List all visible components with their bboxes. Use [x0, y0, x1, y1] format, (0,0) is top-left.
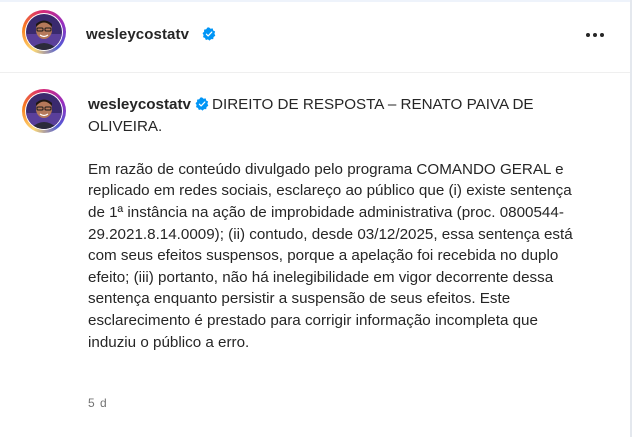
- caption-avatar[interactable]: [22, 89, 66, 133]
- caption-first-paragraph: wesleycostatv DIREITO DE RESPOSTA – RENAT…: [88, 94, 574, 137]
- post-timestamp[interactable]: 5 d: [88, 396, 108, 410]
- more-options-dot: [593, 33, 597, 37]
- verified-badge-icon: [202, 27, 216, 41]
- more-options-icon: [586, 33, 590, 37]
- more-options-dot: [600, 33, 604, 37]
- verified-badge-icon: [195, 97, 209, 111]
- more-options-button[interactable]: [584, 24, 606, 46]
- post-caption: wesleycostatv DIREITO DE RESPOSTA – RENAT…: [88, 94, 574, 353]
- avatar-photo: [26, 14, 62, 50]
- header-username[interactable]: wesleycostatv: [86, 26, 189, 43]
- avatar[interactable]: [22, 10, 66, 54]
- avatar-photo: [26, 93, 62, 129]
- caption-username[interactable]: wesleycostatv: [88, 96, 191, 113]
- caption-body: Em razão de conteúdo divulgado pelo prog…: [88, 160, 573, 351]
- post-header: wesleycostatv: [0, 2, 630, 73]
